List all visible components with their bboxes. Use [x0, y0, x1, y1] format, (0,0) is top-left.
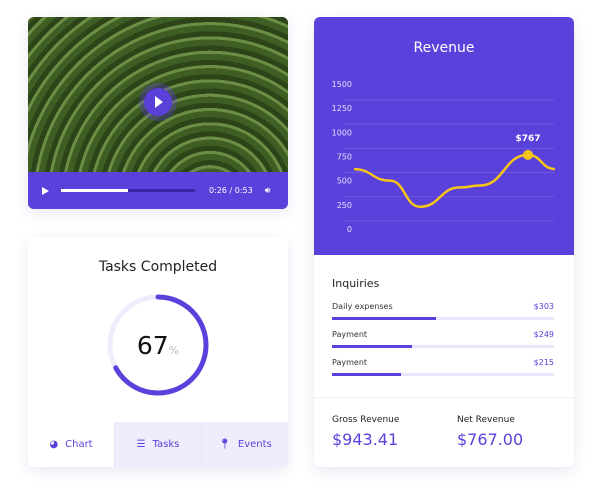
tab-chart[interactable]: ◕ Chart — [28, 422, 114, 467]
video-time: 0:26 / 0:53 — [209, 186, 253, 195]
revenue-line — [353, 153, 556, 209]
play-button[interactable] — [144, 88, 172, 116]
y-tick-label: 1250 — [332, 104, 352, 113]
highlight-label: $767 — [515, 134, 540, 144]
y-tick-label: 500 — [337, 177, 352, 186]
inquiry-label: Daily expenses — [332, 302, 393, 311]
location-pin-icon: 📍︎ — [218, 439, 231, 450]
video-controls: 0:26 / 0:53 🔊︎ — [28, 172, 288, 209]
tab-events[interactable]: 📍︎ Events — [201, 422, 288, 467]
pie-chart-icon: ◕ — [49, 439, 59, 450]
volume-icon[interactable]: 🔊︎ — [265, 186, 271, 196]
inquiry-label: Payment — [332, 330, 368, 339]
tasks-card: Tasks Completed 67% ◕ Chart ☰ Tasks 📍︎ Even… — [28, 237, 288, 467]
play-icon[interactable] — [42, 186, 49, 195]
inquiry-value: $215 — [533, 358, 554, 367]
gross-revenue: Gross Revenue $943.41 — [332, 415, 400, 449]
revenue-chart: 0 250 500 750 1000 1250 1500 $767 — [332, 80, 556, 234]
seek-bar[interactable] — [61, 189, 195, 192]
inquiries-title: Inquiries — [332, 277, 380, 290]
inquiry-row: Payment $249 — [332, 330, 554, 348]
inquiry-row: Daily expenses $303 — [332, 302, 554, 320]
y-tick-label: 1000 — [332, 128, 352, 137]
inquiry-value: $303 — [533, 302, 554, 311]
inquiry-bar — [332, 317, 554, 320]
y-tick-label: 1500 — [332, 80, 352, 89]
tab-tasks[interactable]: ☰ Tasks — [114, 422, 201, 467]
net-revenue: Net Revenue $767.00 — [457, 415, 524, 449]
divider — [314, 397, 574, 398]
video-player: 0:26 / 0:53 🔊︎ — [28, 17, 288, 209]
highlight-point[interactable] — [523, 149, 533, 160]
revenue-card: Revenue 0 250 500 750 1000 1250 1500 $767 Inqui… — [314, 17, 574, 467]
inquiry-row: Payment $215 — [332, 358, 554, 376]
y-tick-label: 750 — [337, 153, 352, 162]
inquiry-label: Payment — [332, 358, 368, 367]
inquiry-bar — [332, 373, 554, 376]
y-tick-label: 0 — [347, 225, 352, 234]
y-tick-label: 250 — [337, 201, 352, 210]
tasks-percent: 67% — [136, 330, 180, 360]
inquiry-bar — [332, 345, 554, 348]
list-icon: ☰ — [136, 439, 146, 450]
inquiry-value: $249 — [533, 330, 554, 339]
tasks-title: Tasks Completed — [98, 259, 218, 275]
